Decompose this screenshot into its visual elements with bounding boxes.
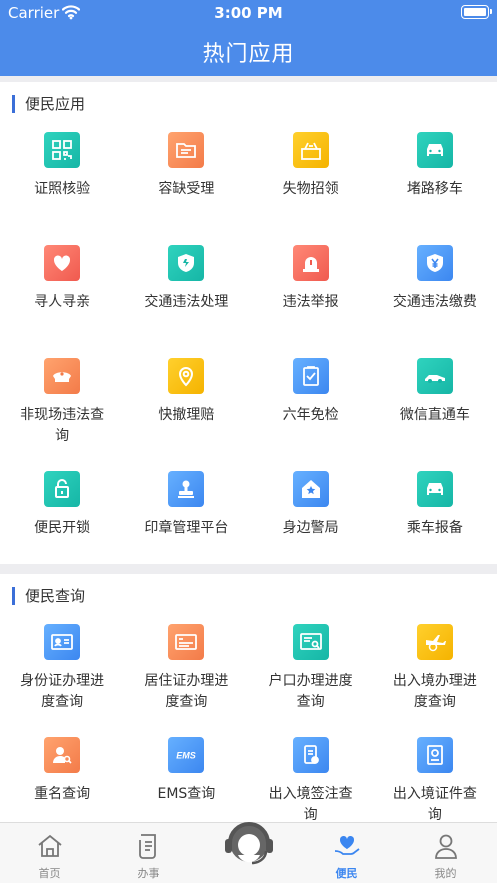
query-item[interactable]: 出入境证件查询 — [373, 737, 497, 822]
tab-label: 我的 — [434, 867, 457, 880]
app-item[interactable]: 印章管理平台 — [124, 471, 248, 584]
app-label: 容缺受理 — [158, 181, 215, 197]
tab-label: 便民 — [335, 867, 358, 880]
app-label: 失物招领 — [282, 181, 339, 197]
app-label: 快撤理赔 — [158, 407, 215, 423]
app-item[interactable]: 微信直通车 — [373, 358, 497, 471]
query-item[interactable]: 重名查询 — [0, 737, 124, 822]
tab-affairs[interactable]: 办事 — [99, 823, 198, 883]
section-title: 便民应用 — [12, 95, 85, 113]
app-label: 堵路移车 — [406, 181, 463, 197]
tab-home[interactable]: 首页 — [0, 823, 99, 883]
traffic-shield-icon — [168, 245, 205, 281]
ems-icon: EMS — [168, 737, 205, 773]
query-label: 居住证办理进度查询 — [144, 673, 229, 710]
airplane-globe-icon — [416, 624, 453, 660]
query-label: 户口办理进度查询 — [268, 673, 353, 710]
yuan-shield-icon — [416, 245, 453, 281]
app-label: 寻人寻亲 — [34, 294, 91, 310]
nav-bar: 热门应用 — [0, 26, 497, 76]
app-item[interactable]: 非现场违法查询 — [0, 358, 124, 471]
query-label: 身份证办理进度查询 — [20, 673, 105, 710]
visa-phone-icon — [292, 737, 329, 773]
home-icon — [37, 834, 62, 857]
person-search-icon — [44, 737, 81, 773]
page-title: 热门应用 — [202, 42, 295, 67]
query-item[interactable]: EMS EMS查询 — [124, 737, 248, 822]
app-label: 六年免检 — [282, 407, 339, 423]
app-item[interactable]: 违法举报 — [249, 245, 373, 358]
app-label: 证照核验 — [34, 181, 91, 197]
app-label: 违法举报 — [282, 294, 339, 310]
police-star-house-icon — [292, 471, 329, 507]
app-item[interactable]: 寻人寻亲 — [0, 245, 124, 358]
query-item[interactable]: 户口办理进度查询 — [249, 624, 373, 737]
query-label: 重名查询 — [34, 786, 91, 802]
location-pin-icon — [168, 358, 205, 394]
app-label: 微信直通车 — [399, 407, 470, 423]
residence-card-icon — [168, 624, 205, 660]
app-label: 交通违法缴费 — [392, 294, 477, 310]
app-item[interactable]: 交通违法处理 — [124, 245, 248, 358]
document-icon — [138, 834, 156, 859]
section-convenience-query: 便民查询 身份证办理进度查询 居住证办理进度查询 户口办理进度查询 出入境办理进… — [0, 574, 497, 822]
heart-hand-icon — [334, 835, 360, 855]
sports-car-icon — [416, 358, 453, 394]
tab-mine[interactable]: 我的 — [396, 823, 495, 883]
app-item[interactable]: 证照核验 — [0, 132, 124, 245]
status-bar: Carrier 3:00 PM — [0, 0, 497, 26]
query-item[interactable]: 身份证办理进度查询 — [0, 624, 124, 737]
qr-scan-icon — [44, 132, 81, 168]
query-item[interactable]: 出入境办理进度查询 — [373, 624, 497, 737]
police-cap-icon — [44, 358, 81, 394]
app-item[interactable]: 六年免检 — [249, 358, 373, 471]
tab-label: 首页 — [38, 867, 61, 880]
lost-found-box-icon — [292, 132, 329, 168]
tab-bar: 首页 办事 便民 我的 — [0, 822, 497, 883]
query-item[interactable]: 出入境签注查询 — [249, 737, 373, 822]
status-time: 3:00 PM — [214, 4, 283, 22]
query-item[interactable]: 居住证办理进度查询 — [124, 624, 248, 737]
app-item[interactable]: 堵路移车 — [373, 132, 497, 245]
battery-icon — [461, 5, 492, 19]
alarm-light-icon — [292, 245, 329, 281]
app-label: 便民开锁 — [34, 520, 91, 536]
lock-key-icon — [44, 471, 81, 507]
app-label: 非现场违法查询 — [20, 407, 105, 444]
app-item[interactable]: 容缺受理 — [124, 132, 248, 245]
stamp-icon — [168, 471, 205, 507]
person-icon — [434, 834, 457, 859]
app-item[interactable]: 身边警局 — [249, 471, 373, 584]
query-label: 出入境办理进度查询 — [392, 673, 477, 710]
app-item[interactable]: 乘车报备 — [373, 471, 497, 584]
id-card-icon — [44, 624, 81, 660]
section-title: 便民查询 — [12, 587, 85, 605]
query-label: EMS查询 — [157, 786, 216, 802]
customer-service-icon — [225, 822, 273, 865]
tab-customer-service[interactable] — [222, 815, 276, 871]
query-label: 出入境证件查询 — [392, 786, 477, 822]
app-label: 交通违法处理 — [144, 294, 229, 310]
app-label: 印章管理平台 — [144, 520, 229, 536]
car-icon — [416, 471, 453, 507]
app-grid: 证照核验 容缺受理 失物招领 堵路移车 寻人寻亲 交通违法处理 违法举报 交通违… — [0, 132, 497, 584]
app-item[interactable]: 失物招领 — [249, 132, 373, 245]
folder-icon — [168, 132, 205, 168]
tab-convenience[interactable]: 便民 — [297, 823, 396, 883]
clipboard-check-icon — [292, 358, 329, 394]
ems-icon-text: EMS — [177, 751, 197, 761]
query-grid: 身份证办理进度查询 居住证办理进度查询 户口办理进度查询 出入境办理进度查询 重 — [0, 624, 497, 822]
passport-icon — [416, 737, 453, 773]
tab-label: 办事 — [137, 867, 160, 880]
app-item[interactable]: 快撤理赔 — [124, 358, 248, 471]
household-register-icon — [292, 624, 329, 660]
section-convenience-apps: 便民应用 证照核验 容缺受理 失物招领 堵路移车 寻人寻亲 交通违法处理 违法举… — [0, 82, 497, 564]
car-icon — [416, 132, 453, 168]
app-label: 身边警局 — [282, 520, 339, 536]
app-label: 乘车报备 — [406, 520, 463, 536]
heart-people-icon — [44, 245, 81, 281]
app-item[interactable]: 便民开锁 — [0, 471, 124, 584]
query-label: 出入境签注查询 — [268, 786, 353, 822]
app-item[interactable]: 交通违法缴费 — [373, 245, 497, 358]
